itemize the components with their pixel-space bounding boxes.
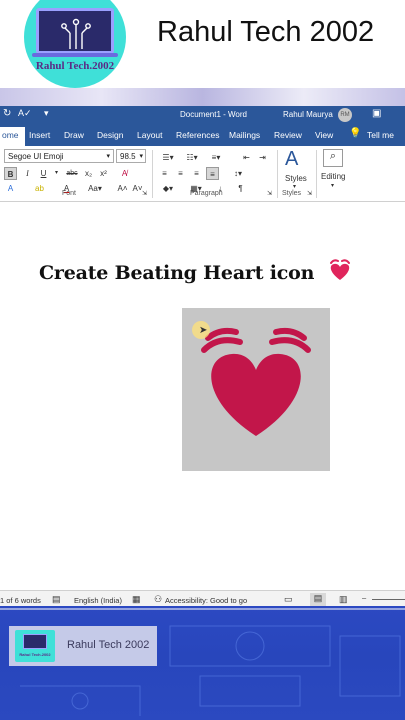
italic-button[interactable]: I — [21, 167, 34, 180]
line-spacing-icon[interactable]: ↕▾ — [228, 167, 248, 180]
styles-button[interactable]: Styles — [285, 174, 307, 183]
paragraph-dialog-launcher-icon[interactable]: ⇲ — [267, 190, 272, 197]
multilevel-list-icon[interactable]: ≡▾ — [206, 151, 226, 164]
language-status[interactable]: English (India) — [74, 596, 122, 605]
autosave-icon[interactable]: A✓ — [18, 108, 32, 119]
chevron-down-icon: ▾ — [106, 153, 110, 160]
chevron-down-icon: ▾ — [293, 184, 297, 190]
ribbon-tabs: ome Insert Draw Design Layout References… — [0, 124, 405, 146]
accessibility-status[interactable]: Accessibility: Good to go — [165, 596, 247, 605]
increase-indent-icon[interactable]: ⇥ — [256, 151, 269, 164]
font-name-value: Segoe UI Emoji — [8, 152, 64, 161]
title-bar: ↻ A✓ ▾ Document1 - Word Rahul Maurya RM … — [0, 106, 405, 124]
text-effects-icon[interactable]: A — [4, 182, 17, 195]
zoom-out-icon[interactable]: – — [362, 593, 366, 602]
tab-mailings[interactable]: Mailings — [229, 130, 260, 140]
styles-gallery-icon[interactable]: A — [285, 148, 298, 171]
group-font-label: Font — [62, 190, 77, 197]
avatar[interactable]: RM — [338, 108, 352, 122]
logo-text: Rahul Tech.2002 — [35, 60, 115, 72]
divider — [316, 150, 317, 198]
document-page[interactable]: Create Beating Heart icon ➤ — [0, 202, 405, 582]
group-paragraph-label: Paragraph — [190, 190, 223, 197]
highlight-color-icon[interactable]: ab — [33, 182, 46, 195]
lightbulb-icon[interactable]: 💡 — [349, 128, 361, 139]
numbering-icon[interactable]: ☷▾ — [182, 151, 202, 164]
justify-icon[interactable]: ≡ — [206, 167, 219, 180]
tab-draw[interactable]: Draw — [64, 130, 84, 140]
tab-references[interactable]: References — [176, 130, 219, 140]
font-name-dropdown[interactable]: Segoe UI Emoji ▾ — [4, 149, 114, 163]
ribbon-home: Segoe UI Emoji ▾ 98.5 ▾ B I U ▾ abc x₂ x… — [0, 146, 405, 202]
customize-quick-access-icon[interactable]: ▾ — [44, 108, 49, 119]
proofing-icon[interactable]: ▤ — [52, 594, 61, 605]
video-strip — [0, 88, 405, 106]
zoom-slider[interactable] — [372, 599, 405, 600]
bold-button[interactable]: B — [4, 167, 17, 180]
channel-header: Rahul Tech.2002 Rahul Tech 2002 — [0, 0, 405, 88]
ribbon-display-icon[interactable]: ▣ — [372, 108, 381, 119]
user-name[interactable]: Rahul Maurya — [283, 110, 333, 119]
bottom-banner: Rahul Tech.2002 Rahul Tech 2002 — [0, 606, 405, 720]
heading-text: Create Beating Heart icon — [39, 262, 315, 284]
align-right-icon[interactable]: ≡ — [190, 167, 203, 180]
group-styles-label: Styles — [282, 190, 302, 197]
divider — [152, 150, 153, 198]
brand-logo-text: Rahul Tech.2002 — [19, 652, 51, 657]
tell-me-search[interactable]: Tell me — [367, 130, 394, 140]
document-title: Document1 - Word — [180, 110, 247, 119]
grow-font-icon[interactable]: A˄ — [116, 182, 129, 195]
tab-layout[interactable]: Layout — [137, 130, 163, 140]
screen: Rahul Tech.2002 Rahul Tech 2002 ↻ A✓ ▾ D… — [0, 0, 405, 720]
print-layout-icon[interactable]: ▤ — [310, 593, 326, 607]
chevron-down-icon: ▾ — [331, 183, 335, 189]
monitor-stand — [32, 53, 118, 57]
strikethrough-button[interactable]: abc — [64, 167, 80, 180]
tab-insert[interactable]: Insert — [29, 130, 50, 140]
font-size-dropdown[interactable]: 98.5 ▾ — [116, 149, 146, 163]
document-heading[interactable]: Create Beating Heart icon — [39, 258, 353, 287]
brand-name: Rahul Tech 2002 — [67, 639, 150, 651]
align-left-icon[interactable]: ≡ — [158, 167, 171, 180]
channel-logo: Rahul Tech.2002 — [24, 0, 126, 88]
refresh-icon[interactable]: ↻ — [3, 108, 11, 119]
underline-dropdown-icon[interactable]: ▾ — [50, 167, 63, 180]
tab-review[interactable]: Review — [274, 130, 302, 140]
web-layout-icon[interactable]: ▥ — [339, 594, 348, 605]
show-formatting-icon[interactable]: ¶ — [234, 182, 247, 195]
word-window: ↻ A✓ ▾ Document1 - Word Rahul Maurya RM … — [0, 88, 405, 608]
superscript-button[interactable]: x² — [97, 167, 110, 180]
change-case-icon[interactable]: Aa▾ — [86, 182, 104, 195]
brand-card: Rahul Tech.2002 Rahul Tech 2002 — [9, 626, 157, 666]
find-search-icon[interactable]: ⌕ — [323, 149, 343, 167]
tab-home[interactable]: ome — [0, 127, 25, 146]
font-dialog-launcher-icon[interactable]: ⇲ — [142, 190, 147, 197]
channel-title: Rahul Tech 2002 — [157, 16, 375, 48]
read-mode-icon[interactable]: ▭ — [284, 594, 293, 605]
divider — [277, 150, 278, 198]
bullets-icon[interactable]: ☰▾ — [158, 151, 178, 164]
subscript-button[interactable]: x₂ — [82, 167, 95, 180]
tab-design[interactable]: Design — [97, 130, 123, 140]
shading-icon[interactable]: ◆▾ — [158, 182, 178, 195]
text-predictions-icon[interactable]: ▦ — [132, 594, 141, 605]
cursor-pointer-icon: ➤ — [199, 325, 208, 336]
decrease-indent-icon[interactable]: ⇤ — [240, 151, 253, 164]
font-size-value: 98.5 — [120, 152, 136, 161]
styles-dialog-launcher-icon[interactable]: ⇲ — [307, 190, 312, 197]
brand-logo: Rahul Tech.2002 — [15, 630, 55, 662]
circuit-monitor-icon — [23, 634, 47, 649]
editing-button[interactable]: Editing — [321, 172, 345, 181]
heart-beating-icon — [327, 258, 353, 287]
accessibility-icon[interactable]: ⚇ — [154, 594, 162, 605]
word-count[interactable]: 1 of 6 words — [0, 596, 41, 605]
align-center-icon[interactable]: ≡ — [174, 167, 187, 180]
chevron-down-icon: ▾ — [139, 153, 143, 160]
clear-formatting-icon[interactable]: A̸ — [118, 167, 131, 180]
circuit-monitor-icon — [36, 8, 114, 54]
underline-button[interactable]: U — [37, 167, 50, 180]
tab-view[interactable]: View — [315, 130, 333, 140]
